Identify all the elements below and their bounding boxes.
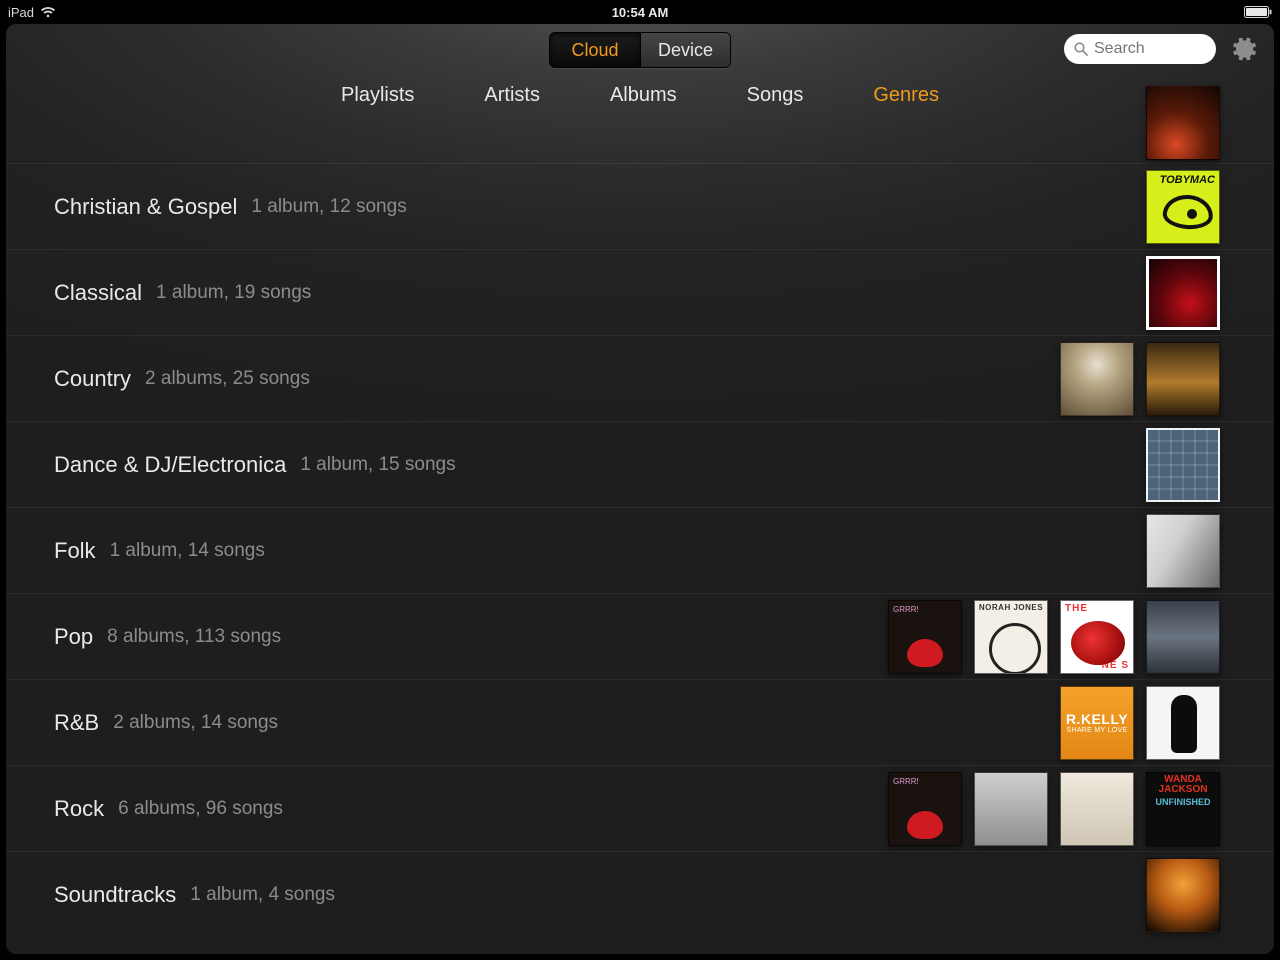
- genre-row[interactable]: Folk 1 album, 14 songs: [6, 508, 1274, 594]
- library-tabs: Playlists Artists Albums Songs Genres: [6, 70, 1274, 120]
- search-input[interactable]: [1094, 40, 1206, 58]
- genre-meta: 1 album, 15 songs: [300, 454, 455, 476]
- settings-button[interactable]: [1230, 34, 1260, 64]
- album-art-label: R.KELLYSHARE MY LOVE: [1061, 687, 1133, 759]
- wifi-icon: [40, 6, 56, 18]
- genre-name: Dance & DJ/Electronica: [54, 452, 286, 478]
- search-icon: [1074, 42, 1088, 56]
- genre-row-partial[interactable]: [6, 120, 1274, 164]
- album-art: [1146, 686, 1220, 760]
- tab-genres[interactable]: Genres: [873, 84, 939, 107]
- album-art: [1060, 772, 1134, 846]
- tab-artists[interactable]: Artists: [484, 84, 540, 107]
- album-art-label: THE: [1065, 603, 1088, 614]
- genre-meta: 8 albums, 113 songs: [107, 626, 281, 648]
- album-art: [1146, 256, 1220, 330]
- genre-meta: 6 albums, 96 songs: [118, 798, 283, 820]
- album-art: [1146, 600, 1220, 674]
- device-frame: iPad 10:54 AM Cloud Device: [0, 0, 1280, 960]
- album-art-label: NE S: [1102, 660, 1129, 671]
- tab-playlists[interactable]: Playlists: [341, 84, 414, 107]
- album-art: [1146, 514, 1220, 588]
- album-art: [1060, 342, 1134, 416]
- genre-meta: 1 album, 19 songs: [156, 282, 311, 304]
- genre-row[interactable]: Country 2 albums, 25 songs: [6, 336, 1274, 422]
- genre-meta: 2 albums, 25 songs: [145, 368, 310, 390]
- genre-meta: 2 albums, 14 songs: [113, 712, 278, 734]
- tab-albums[interactable]: Albums: [610, 84, 677, 107]
- album-art: WANDA JACKSON UNFINISHED: [1146, 772, 1220, 846]
- ios-status-bar: iPad 10:54 AM: [0, 0, 1280, 24]
- genre-row[interactable]: Dance & DJ/Electronica 1 album, 15 songs: [6, 422, 1274, 508]
- album-art: TOBYMAC: [1146, 170, 1220, 244]
- app-header: Cloud Device: [6, 24, 1274, 70]
- music-app: Cloud Device Playlists Artists Albums So…: [6, 24, 1274, 954]
- genre-name: Classical: [54, 280, 142, 306]
- album-art: [1146, 86, 1220, 160]
- album-art: [1146, 858, 1220, 932]
- album-art-label: WANDA JACKSON: [1147, 775, 1219, 795]
- genre-row[interactable]: Pop 8 albums, 113 songs GRRR! NORAH JONE…: [6, 594, 1274, 680]
- album-art-label: TOBYMAC: [1160, 174, 1215, 186]
- genre-name: Rock: [54, 796, 104, 822]
- album-art: R.KELLYSHARE MY LOVE: [1060, 686, 1134, 760]
- status-carrier: iPad: [8, 5, 34, 20]
- album-art: GRRR!: [888, 600, 962, 674]
- genre-meta: 1 album, 4 songs: [190, 884, 335, 906]
- album-art: [1146, 342, 1220, 416]
- genre-meta: 1 album, 14 songs: [110, 540, 265, 562]
- album-art: THE NE S: [1060, 600, 1134, 674]
- album-art: NORAH JONES: [974, 600, 1048, 674]
- storage-segmented-control: Cloud Device: [549, 32, 731, 68]
- tab-songs[interactable]: Songs: [747, 84, 804, 107]
- genre-row[interactable]: Classical 1 album, 19 songs: [6, 250, 1274, 336]
- album-art-label: GRRR!: [893, 777, 919, 786]
- battery-icon: [1244, 6, 1272, 18]
- genre-row[interactable]: Christian & Gospel 1 album, 12 songs TOB…: [6, 164, 1274, 250]
- search-field[interactable]: [1064, 34, 1216, 64]
- album-art-label: UNFINISHED: [1147, 797, 1219, 807]
- genre-row[interactable]: Rock 6 albums, 96 songs GRRR! WANDA JACK…: [6, 766, 1274, 852]
- status-time: 10:54 AM: [612, 5, 669, 20]
- genre-name: Country: [54, 366, 131, 392]
- genre-name: R&B: [54, 710, 99, 736]
- genre-row[interactable]: R&B 2 albums, 14 songs R.KELLYSHARE MY L…: [6, 680, 1274, 766]
- genre-name: Christian & Gospel: [54, 194, 237, 220]
- genre-meta: 1 album, 12 songs: [251, 196, 406, 218]
- album-art-label: NORAH JONES: [975, 603, 1047, 612]
- genre-row[interactable]: Soundtracks 1 album, 4 songs: [6, 852, 1274, 938]
- segment-cloud[interactable]: Cloud: [550, 33, 640, 67]
- album-art: [974, 772, 1048, 846]
- genre-name: Folk: [54, 538, 96, 564]
- genre-name: Pop: [54, 624, 93, 650]
- genre-name: Soundtracks: [54, 882, 176, 908]
- segment-device[interactable]: Device: [640, 33, 730, 67]
- gear-icon: [1232, 36, 1258, 62]
- genre-list[interactable]: Christian & Gospel 1 album, 12 songs TOB…: [6, 120, 1274, 938]
- album-art-label: GRRR!: [893, 605, 919, 614]
- album-art: [1146, 428, 1220, 502]
- album-art: GRRR!: [888, 772, 962, 846]
